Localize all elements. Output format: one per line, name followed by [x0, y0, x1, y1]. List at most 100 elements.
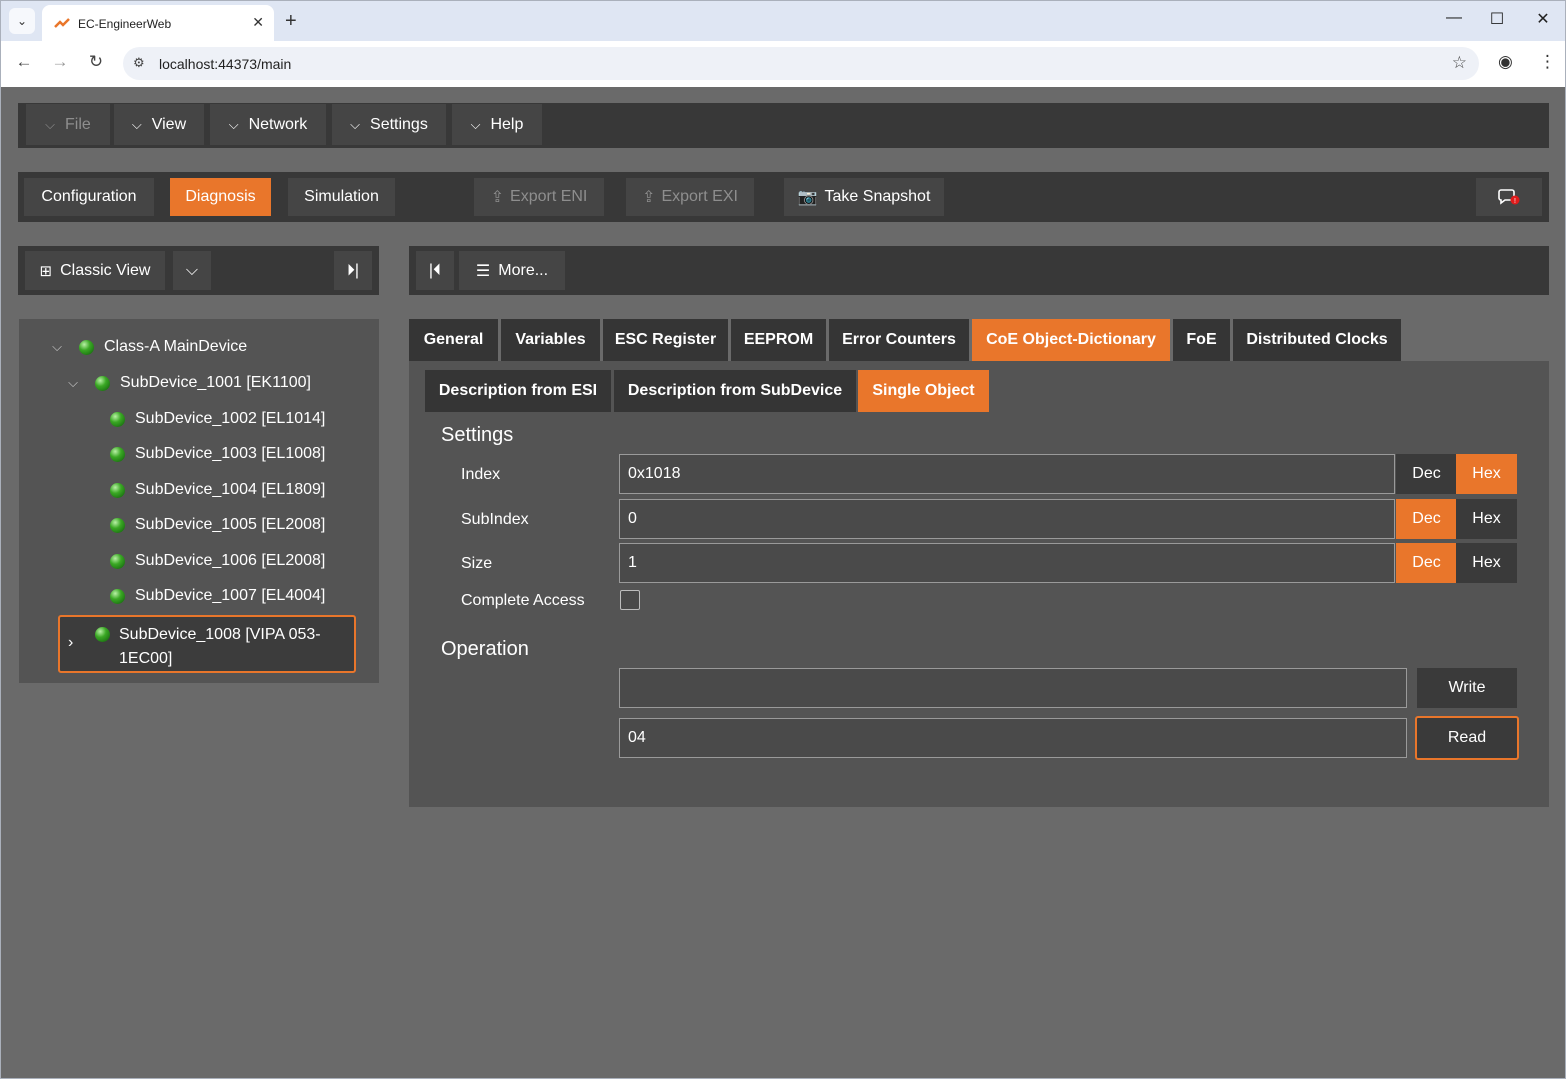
tab-variables[interactable]: Variables: [501, 319, 600, 361]
chevron-down-icon: ⌵: [470, 116, 481, 132]
tab-general[interactable]: General: [409, 319, 498, 361]
read-value-input[interactable]: 04: [619, 718, 1407, 758]
tree-item-label: SubDevice_1002 [EL1014]: [135, 410, 326, 427]
export-exi-button[interactable]: ⇪ Export EXI: [626, 178, 754, 216]
status-led-icon: [95, 627, 110, 642]
index-input[interactable]: 0x1018: [619, 454, 1395, 494]
classic-view-label: Classic View: [60, 261, 151, 279]
browser-menu-icon[interactable]: ⋮: [1539, 52, 1556, 72]
subtab-description-esi[interactable]: Description from ESI: [425, 370, 611, 412]
tree-item[interactable]: SubDevice_1005 [EL2008]: [110, 513, 325, 537]
tab-distributed-clocks[interactable]: Distributed Clocks: [1233, 319, 1401, 361]
tree-item-label: SubDevice_1006 [EL2008]: [135, 552, 326, 569]
configuration-button[interactable]: Configuration: [24, 178, 154, 216]
tab-esc-register[interactable]: ESC Register: [603, 319, 728, 361]
chevron-down-icon[interactable]: ⌵: [49, 339, 65, 355]
file-menu-label: File: [65, 115, 91, 133]
maximize-button[interactable]: ☐: [1482, 9, 1512, 29]
status-led-icon: [95, 375, 110, 391]
tree-item-parent[interactable]: ⌵ SubDevice_1001 [EK1100]: [65, 371, 311, 395]
operation-heading: Operation: [441, 638, 529, 660]
browser-tab[interactable]: EC-EngineerWeb ✕: [42, 5, 274, 42]
size-label: Size: [461, 555, 493, 572]
minimize-button[interactable]: —: [1439, 9, 1469, 27]
tab-foe[interactable]: FoE: [1173, 319, 1230, 361]
close-window-button[interactable]: ✕: [1528, 9, 1558, 29]
tree-item[interactable]: SubDevice_1004 [EL1809]: [110, 478, 325, 502]
take-snapshot-label: Take Snapshot: [824, 188, 931, 205]
status-led-icon: [110, 411, 125, 427]
export-eni-button[interactable]: ⇪ Export ENI: [474, 178, 604, 216]
app-root: ⌵ File ⌵ View ⌵ Network ⌵ Settings ⌵ Help Con…: [0, 87, 1566, 1079]
back-arrow-icon[interactable]: ←: [13, 52, 35, 72]
write-value-input[interactable]: [619, 668, 1407, 708]
network-menu-label: Network: [248, 115, 308, 133]
tree-item[interactable]: SubDevice_1006 [EL2008]: [110, 549, 325, 573]
browser-tab-strip: ⌄ EC-EngineerWeb ✕ + — ☐ ✕: [0, 0, 1566, 42]
chevron-down-icon: ⌵: [45, 116, 56, 132]
network-menu[interactable]: ⌵ Network: [210, 104, 326, 145]
view-dropdown-button[interactable]: ⌵: [173, 251, 211, 290]
tree-item-label: SubDevice_1008 [VIPA 053-: [119, 626, 321, 643]
chevron-down-icon: ⌄: [16, 14, 28, 28]
profile-icon[interactable]: ◉: [1498, 52, 1513, 72]
subindex-input[interactable]: 0: [619, 499, 1395, 539]
menu-bar: ⌵ File ⌵ View ⌵ Network ⌵ Settings ⌵ Help: [18, 103, 1549, 148]
settings-heading: Settings: [441, 424, 514, 446]
tab-eeprom[interactable]: EEPROM: [731, 319, 826, 361]
status-led-icon: [110, 553, 125, 569]
chevron-right-icon[interactable]: ›: [68, 634, 73, 652]
address-bar[interactable]: ⚙ localhost:44373/main ☆: [123, 47, 1479, 80]
reload-icon[interactable]: ↻: [85, 52, 107, 72]
size-dec-button[interactable]: Dec: [1396, 543, 1457, 583]
complete-access-label: Complete Access: [461, 592, 585, 609]
take-snapshot-button[interactable]: 📷 Take Snapshot: [784, 178, 944, 216]
tree-item[interactable]: SubDevice_1002 [EL1014]: [110, 407, 325, 431]
complete-access-checkbox[interactable]: [620, 590, 640, 610]
help-menu[interactable]: ⌵ Help: [452, 104, 542, 145]
close-tab-icon[interactable]: ✕: [252, 14, 264, 31]
read-button[interactable]: Read: [1415, 716, 1519, 760]
right-toolbar: |⏴ ☰ More...: [409, 246, 1549, 295]
forward-arrow-icon[interactable]: →: [49, 52, 71, 72]
help-menu-label: Help: [490, 115, 524, 133]
size-hex-button[interactable]: Hex: [1456, 543, 1517, 583]
diagnosis-button[interactable]: Diagnosis: [170, 178, 271, 216]
settings-menu[interactable]: ⌵ Settings: [332, 104, 446, 145]
subindex-dec-button[interactable]: Dec: [1396, 499, 1457, 539]
url-text: localhost:44373/main: [159, 55, 292, 72]
export-eni-label: Export ENI: [510, 188, 588, 205]
chevron-down-icon: ⌵: [131, 116, 142, 132]
expand-panel-button[interactable]: |⏴: [416, 251, 454, 290]
subtab-single-object[interactable]: Single Object: [858, 370, 989, 412]
subindex-hex-button[interactable]: Hex: [1456, 499, 1517, 539]
more-button[interactable]: ☰ More...: [459, 251, 565, 290]
index-dec-button[interactable]: Dec: [1396, 454, 1457, 494]
index-hex-button[interactable]: Hex: [1456, 454, 1517, 494]
skip-right-icon: ⏵|: [346, 261, 360, 279]
app-favicon-icon: [54, 17, 70, 28]
subtab-description-subdevice[interactable]: Description from SubDevice: [614, 370, 856, 412]
notifications-button[interactable]: !: [1476, 178, 1542, 216]
tab-coe-object-dictionary[interactable]: CoE Object-Dictionary: [972, 319, 1170, 361]
chevron-down-icon[interactable]: ⌵: [65, 375, 81, 391]
tab-error-counters[interactable]: Error Counters: [829, 319, 969, 361]
file-menu[interactable]: ⌵ File: [26, 104, 110, 145]
tree-item-root[interactable]: ⌵ Class-A MainDevice: [49, 335, 247, 359]
tree-item-selected[interactable]: › SubDevice_1008 [VIPA 053- 1EC00]: [58, 615, 356, 673]
new-tab-button[interactable]: +: [285, 9, 297, 33]
size-input[interactable]: 1: [619, 543, 1395, 583]
collapse-panel-button[interactable]: ⏵|: [334, 251, 372, 290]
tab-search-button[interactable]: ⌄: [9, 8, 35, 34]
status-led-icon: [110, 517, 125, 533]
tree-item[interactable]: SubDevice_1007 [EL4004]: [110, 584, 325, 608]
view-menu[interactable]: ⌵ View: [114, 104, 204, 145]
write-button[interactable]: Write: [1417, 668, 1517, 708]
site-settings-icon[interactable]: ⚙: [133, 55, 145, 71]
classic-view-button[interactable]: ⊞ Classic View: [25, 251, 165, 290]
simulation-button[interactable]: Simulation: [288, 178, 395, 216]
chevron-down-icon: ⌵: [185, 261, 199, 279]
mode-bar: Configuration Diagnosis Simulation ⇪ Expo…: [18, 172, 1549, 222]
tree-item[interactable]: SubDevice_1003 [EL1008]: [110, 442, 325, 466]
bookmark-star-icon[interactable]: ☆: [1452, 53, 1467, 73]
